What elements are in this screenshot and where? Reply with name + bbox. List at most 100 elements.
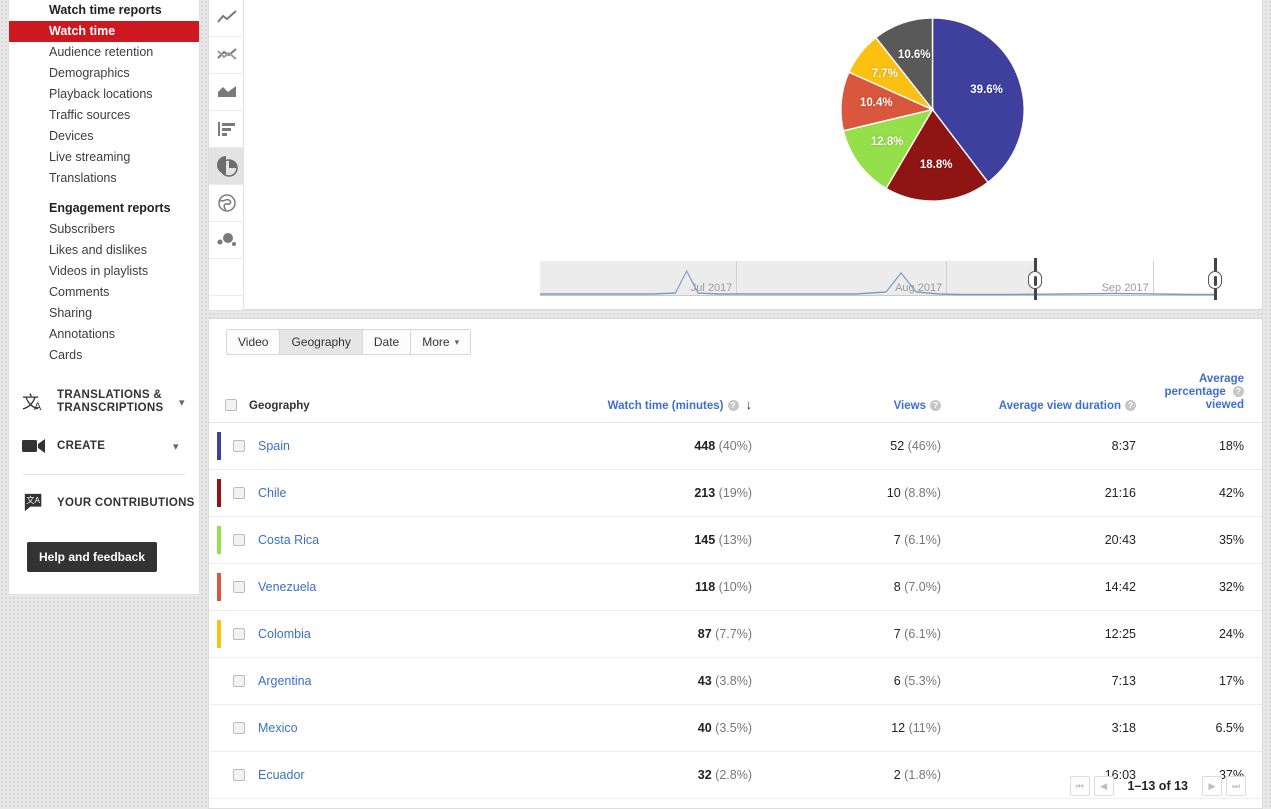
multi-line-chart-icon[interactable] bbox=[209, 37, 244, 74]
pie-chart[interactable]: 39.6%18.8%12.8%10.4%7.7%10.6% bbox=[840, 17, 1025, 202]
column-label-views: Views bbox=[894, 400, 926, 412]
tab-geography[interactable]: Geography bbox=[279, 329, 362, 355]
line-chart-icon[interactable] bbox=[209, 0, 244, 37]
sidebar-item-watch-time[interactable]: Watch time bbox=[8, 21, 200, 42]
select-all-checkbox[interactable] bbox=[225, 399, 237, 411]
row-checkbox[interactable] bbox=[233, 440, 245, 452]
table-row[interactable]: Colombia87 (7.7%)7 (6.1%)12:2524% bbox=[209, 611, 1262, 658]
bubble-chart-icon[interactable] bbox=[209, 222, 244, 259]
column-header-views[interactable]: Views? bbox=[774, 365, 959, 423]
geography-link[interactable]: Ecuador bbox=[258, 768, 305, 782]
cell-views: 2 (1.8%) bbox=[774, 752, 959, 799]
views-percent: (1.8%) bbox=[904, 768, 941, 782]
sidebar-item-subscribers[interactable]: Subscribers bbox=[9, 219, 199, 240]
tab-label: Video bbox=[238, 335, 268, 349]
sidebar-section-translations[interactable]: 文ATRANSLATIONS & TRANSCRIPTIONS▾ bbox=[9, 380, 199, 424]
geography-link[interactable]: Chile bbox=[258, 486, 287, 500]
sidebar-item-comments[interactable]: Comments bbox=[9, 282, 199, 303]
sidebar-nav-list: Watch time reportsWatch timeAudience ret… bbox=[9, 0, 199, 380]
geography-link[interactable]: Venezuela bbox=[258, 580, 316, 594]
cell-geography: Argentina bbox=[209, 658, 539, 705]
row-checkbox[interactable] bbox=[233, 534, 245, 546]
help-and-feedback-button[interactable]: Help and feedback bbox=[27, 542, 157, 572]
globe-map-icon[interactable] bbox=[209, 185, 244, 222]
row-checkbox[interactable] bbox=[233, 487, 245, 499]
cell-views: 7 (6.1%) bbox=[774, 611, 959, 658]
sidebar-item-sharing[interactable]: Sharing bbox=[9, 303, 199, 324]
geography-link[interactable]: Mexico bbox=[258, 721, 298, 735]
row-checkbox[interactable] bbox=[233, 769, 245, 781]
column-header-avg-percentage-viewed[interactable]: Averagepercentage ?viewed bbox=[1154, 365, 1262, 423]
views-value: 10 bbox=[887, 486, 901, 500]
chevron-down-icon[interactable]: ▾ bbox=[173, 440, 187, 453]
column-header-geography[interactable]: Geography bbox=[209, 365, 539, 423]
help-icon-avg-view-duration[interactable]: ? bbox=[1125, 400, 1136, 411]
bar-chart-icon[interactable] bbox=[209, 111, 244, 148]
next-page-button[interactable]: ▶ bbox=[1202, 776, 1222, 796]
views-percent: (7.0%) bbox=[904, 580, 941, 594]
tab-more[interactable]: More▾ bbox=[410, 329, 471, 355]
cell-geography: Costa Rica bbox=[209, 517, 539, 564]
date-range-timeline[interactable]: Jul 2017 Aug 2017 Sep 2017 bbox=[245, 253, 1252, 303]
help-icon-views[interactable]: ? bbox=[930, 400, 941, 411]
geography-link[interactable]: Costa Rica bbox=[258, 533, 319, 547]
help-icon-watch-time[interactable]: ? bbox=[728, 400, 739, 411]
sidebar-item-watch-time-reports[interactable]: Watch time reports bbox=[9, 0, 199, 21]
last-page-button[interactable]: ⏭ bbox=[1226, 776, 1246, 796]
sidebar-section-create[interactable]: CREATE▾ bbox=[9, 424, 199, 468]
sidebar-item-cards[interactable]: Cards bbox=[9, 345, 199, 366]
column-header-watch-time[interactable]: Watch time (minutes)?↓ bbox=[539, 365, 774, 423]
sidebar-item-playback-locations[interactable]: Playback locations bbox=[9, 84, 199, 105]
pie-slice-label: 7.7% bbox=[872, 68, 898, 80]
table-row[interactable]: Argentina43 (3.8%)6 (5.3%)7:1317% bbox=[209, 658, 1262, 705]
sidebar-item-audience-retention[interactable]: Audience retention bbox=[9, 42, 199, 63]
sidebar-item-traffic-sources[interactable]: Traffic sources bbox=[9, 105, 199, 126]
sidebar-item-likes-and-dislikes[interactable]: Likes and dislikes bbox=[9, 240, 199, 261]
table-row[interactable]: Mexico40 (3.5%)12 (11%)3:186.5% bbox=[209, 705, 1262, 752]
sidebar-group-gap bbox=[9, 366, 199, 380]
help-icon-avg-percentage-viewed[interactable]: ? bbox=[1233, 386, 1244, 397]
row-checkbox[interactable] bbox=[233, 581, 245, 593]
pie-slice-label: 10.4% bbox=[860, 97, 893, 109]
sidebar-item-your-contributions[interactable]: 文A YOUR CONTRIBUTIONS bbox=[9, 481, 199, 525]
sidebar-item-videos-in-playlists[interactable]: Videos in playlists bbox=[9, 261, 199, 282]
cell-views: 10 (8.8%) bbox=[774, 470, 959, 517]
timeline-handle-end bbox=[1214, 258, 1217, 300]
row-checkbox[interactable] bbox=[233, 722, 245, 734]
geography-link[interactable]: Argentina bbox=[258, 674, 312, 688]
sort-arrow-icon[interactable]: ↓ bbox=[746, 397, 753, 412]
sidebar-item-demographics[interactable]: Demographics bbox=[9, 63, 199, 84]
sidebar-item-devices[interactable]: Devices bbox=[9, 126, 199, 147]
table-row[interactable]: Costa Rica145 (13%)7 (6.1%)20:4335% bbox=[209, 517, 1262, 564]
cell-watch-time: 118 (10%) bbox=[539, 564, 774, 611]
tab-date[interactable]: Date bbox=[362, 329, 411, 355]
table-row[interactable]: Venezuela118 (10%)8 (7.0%)14:4232% bbox=[209, 564, 1262, 611]
sidebar-item-translations[interactable]: Translations bbox=[9, 168, 199, 189]
pie-chart-icon[interactable] bbox=[209, 148, 244, 185]
table-row[interactable]: Chile213 (19%)10 (8.8%)21:1642% bbox=[209, 470, 1262, 517]
cell-avg-view-duration: 0:26 bbox=[959, 799, 1154, 809]
sidebar-item-engagement-reports[interactable]: Engagement reports bbox=[9, 198, 199, 219]
cell-watch-time: 43 (3.8%) bbox=[539, 658, 774, 705]
geography-link[interactable]: Spain bbox=[258, 439, 290, 453]
tab-video[interactable]: Video bbox=[226, 329, 280, 355]
first-page-button[interactable]: ⏮ bbox=[1070, 776, 1090, 796]
column-header-avg-view-duration[interactable]: Average view duration? bbox=[959, 365, 1154, 423]
chevron-down-icon[interactable]: ▾ bbox=[179, 396, 187, 409]
sidebar-item-live-streaming[interactable]: Live streaming bbox=[9, 147, 199, 168]
row-checkbox[interactable] bbox=[233, 675, 245, 687]
row-checkbox[interactable] bbox=[233, 628, 245, 640]
column-label-avg-percentage-viewed: Averagepercentage ?viewed bbox=[1164, 373, 1244, 411]
prev-page-button[interactable]: ◀ bbox=[1094, 776, 1114, 796]
cell-geography: Mexico bbox=[209, 705, 539, 752]
cell-watch-time: 87 (7.7%) bbox=[539, 611, 774, 658]
table-row[interactable]: Peru3 (0.2%)6 (5.3%)0:260.9% bbox=[209, 799, 1262, 809]
table-row[interactable]: Spain448 (40%)52 (46%)8:3718% bbox=[209, 423, 1262, 470]
table-panel: VideoGeographyDateMore▾ Geography Watch … bbox=[208, 318, 1263, 809]
row-color-indicator bbox=[217, 432, 221, 460]
timeline-track[interactable]: Jul 2017 Aug 2017 Sep 2017 bbox=[540, 261, 1217, 296]
cell-watch-time: 213 (19%) bbox=[539, 470, 774, 517]
sidebar-item-annotations[interactable]: Annotations bbox=[9, 324, 199, 345]
geography-link[interactable]: Colombia bbox=[258, 627, 311, 641]
area-chart-icon[interactable] bbox=[209, 74, 244, 111]
